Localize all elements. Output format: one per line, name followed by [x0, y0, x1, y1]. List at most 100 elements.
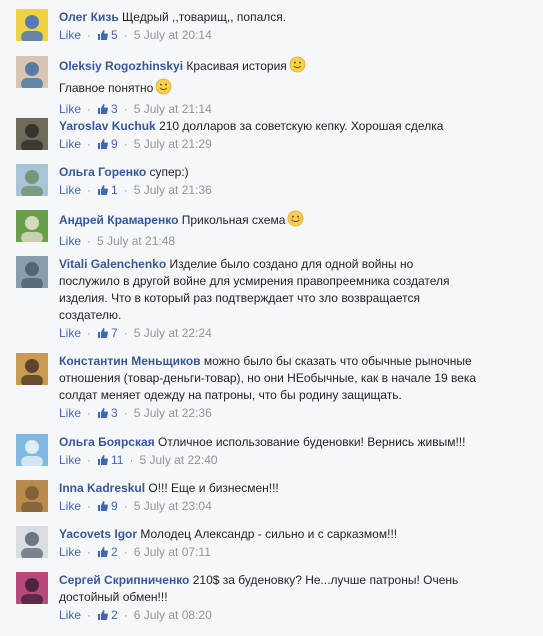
avatar[interactable]	[16, 9, 48, 41]
avatar[interactable]	[16, 480, 48, 512]
separator: ·	[87, 183, 92, 197]
thumbs-up-icon	[97, 327, 109, 344]
comment-timestamp[interactable]: 6 July at 08:20	[134, 608, 212, 622]
separator: ·	[123, 137, 128, 151]
comment-author[interactable]: Ольга Горенко	[59, 165, 146, 179]
like-count-value: 3	[111, 102, 118, 116]
like-count-value: 2	[111, 545, 118, 559]
separator: ·	[123, 545, 128, 559]
comment-author[interactable]: Константин Меньщиков	[59, 354, 201, 368]
like-count-value: 9	[111, 499, 118, 513]
comment-author[interactable]: Андрей Крамаренко	[59, 213, 178, 227]
comment-author[interactable]: Yacovets Igor	[59, 527, 137, 541]
comment-text: Щедрый ,,товарищ,, попался.	[122, 10, 287, 24]
comment-line: создателю.	[59, 307, 535, 324]
thumbs-up-icon	[97, 500, 109, 517]
like-count[interactable]: 3	[97, 406, 118, 420]
comment-author[interactable]: Oleksiy Rogozhinskyi	[59, 59, 183, 73]
comment-timestamp[interactable]: 5 July at 22:24	[134, 326, 212, 340]
comment-line: Oleksiy Rogozhinskyi Красивая история	[59, 56, 535, 78]
comment-body: Yaroslav Kuchuk 210 долларов за советску…	[59, 118, 535, 155]
like-button[interactable]: Like	[59, 453, 81, 467]
like-count[interactable]: 1	[97, 183, 118, 197]
comment-line: Inna Kadreskul О!!! Еще и бизнесмен!!!	[59, 480, 535, 497]
comment-author[interactable]: Сергей Скрипниченко	[59, 573, 189, 587]
comment-actions: Like · 5 · 5 July at 20:14	[59, 27, 535, 46]
comment-timestamp[interactable]: 5 July at 21:48	[97, 234, 175, 248]
like-count[interactable]: 9	[97, 499, 118, 513]
like-count[interactable]: 7	[97, 326, 118, 340]
comment-text: создателю.	[59, 308, 122, 322]
separator: ·	[123, 28, 128, 42]
like-button[interactable]: Like	[59, 102, 81, 116]
avatar[interactable]	[16, 256, 48, 288]
comment-timestamp[interactable]: 5 July at 21:36	[134, 183, 212, 197]
comment-actions: Like · 5 July at 21:48	[59, 233, 535, 250]
comment-author[interactable]: Inna Kadreskul	[59, 481, 145, 495]
comment-timestamp[interactable]: 5 July at 23:04	[134, 499, 212, 513]
comment-timestamp[interactable]: 5 July at 22:36	[134, 406, 212, 420]
thumbs-up-icon	[97, 184, 109, 201]
like-button[interactable]: Like	[59, 234, 81, 248]
comment-body: Ольга Боярская Отличное использование бу…	[59, 434, 535, 471]
comment-body: Inna Kadreskul О!!! Еще и бизнесмен!!! Li…	[59, 480, 535, 517]
like-button[interactable]: Like	[59, 499, 81, 513]
separator: ·	[87, 545, 92, 559]
comment-body: Олег Кизь Щедрый ,,товарищ,, попался. Lik…	[59, 9, 535, 46]
like-count[interactable]: 9	[97, 137, 118, 151]
comment-line: отношения (товар-деньги-товар), но они Н…	[59, 370, 535, 387]
comment-line: достойный обмен!!!	[59, 589, 535, 606]
avatar[interactable]	[16, 164, 48, 196]
comment-timestamp[interactable]: 6 July at 07:11	[134, 545, 211, 559]
like-count[interactable]: 3	[97, 102, 118, 116]
like-count[interactable]: 5	[97, 28, 118, 42]
comment-line: Константин Меньщиков можно было бы сказа…	[59, 353, 535, 370]
thumbs-up-icon	[97, 454, 109, 471]
like-count[interactable]: 2	[97, 545, 118, 559]
comment-timestamp[interactable]: 5 July at 20:14	[134, 28, 212, 42]
avatar[interactable]	[16, 210, 48, 242]
avatar[interactable]	[16, 434, 48, 466]
comment-actions: Like · 1 · 5 July at 21:36	[59, 182, 535, 201]
like-button[interactable]: Like	[59, 326, 81, 340]
thumbs-up-icon	[97, 609, 109, 626]
avatar[interactable]	[16, 572, 48, 604]
separator: ·	[123, 183, 128, 197]
like-button[interactable]: Like	[59, 608, 81, 622]
separator: ·	[87, 28, 92, 42]
comment-actions: Like · 2 · 6 July at 07:11	[59, 544, 535, 563]
like-count-value: 1	[111, 183, 118, 197]
comment-timestamp[interactable]: 5 July at 22:40	[139, 453, 217, 467]
like-button[interactable]: Like	[59, 545, 81, 559]
comment-line: Yaroslav Kuchuk 210 долларов за советску…	[59, 118, 535, 135]
like-button[interactable]: Like	[59, 406, 81, 420]
avatar[interactable]	[16, 118, 48, 150]
comment-author[interactable]: Олег Кизь	[59, 10, 119, 24]
comment-line: Сергей Скрипниченко 210$ за буденовку? Н…	[59, 572, 535, 589]
like-count[interactable]: 11	[97, 453, 123, 467]
comment-text: Отличное использование буденовки! Вернис…	[158, 435, 466, 449]
comment-actions: Like · 9 · 5 July at 23:04	[59, 498, 535, 517]
comment-timestamp[interactable]: 5 July at 21:14	[134, 102, 212, 116]
comment-actions: Like · 11 · 5 July at 22:40	[59, 452, 535, 471]
avatar[interactable]	[16, 353, 48, 385]
like-button[interactable]: Like	[59, 137, 81, 151]
comment-line: Олег Кизь Щедрый ,,товарищ,, попался.	[59, 9, 535, 26]
like-button[interactable]: Like	[59, 183, 81, 197]
comment-text: Прикольная схема	[181, 213, 286, 227]
like-count-value: 3	[111, 406, 118, 420]
comment-text: 210$ за буденовку? Не...лучше патроны! О…	[192, 573, 459, 587]
comment-author[interactable]: Ольга Боярская	[59, 435, 155, 449]
like-button[interactable]: Like	[59, 28, 81, 42]
like-count[interactable]: 2	[97, 608, 118, 622]
thumbs-up-icon	[97, 407, 109, 424]
comment-line: Андрей Крамаренко Прикольная схема	[59, 210, 535, 232]
comment-timestamp[interactable]: 5 July at 21:29	[134, 137, 212, 151]
comment-author[interactable]: Yaroslav Kuchuk	[59, 119, 156, 133]
comment-author[interactable]: Vitali Galenchenko	[59, 257, 166, 271]
avatar[interactable]	[16, 526, 48, 558]
avatar[interactable]	[16, 56, 48, 88]
comment-actions: Like · 2 · 6 July at 08:20	[59, 607, 535, 626]
comment-body: Oleksiy Rogozhinskyi Красивая история Гла…	[59, 56, 535, 120]
comment-list: Олег Кизь Щедрый ,,товарищ,, попался. Lik…	[0, 0, 543, 636]
